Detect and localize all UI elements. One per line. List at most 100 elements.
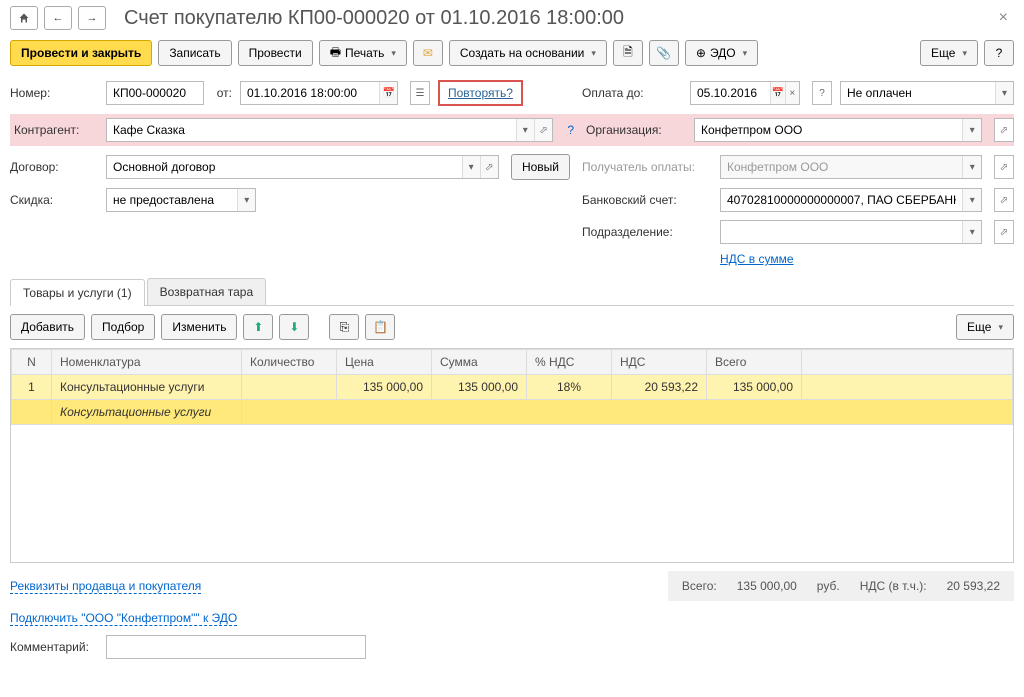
edo-button[interactable]: ⊕ЭДО <box>685 40 758 66</box>
open-icon[interactable]: ⬀ <box>994 118 1014 142</box>
schedule-icon[interactable]: ☰ <box>410 81 430 105</box>
open-icon[interactable]: ⬀ <box>480 156 498 178</box>
post-button[interactable]: Провести <box>238 40 313 66</box>
edo-connect-link[interactable]: Подключить "ООО "Конфетпром"" к ЭДО <box>10 611 237 626</box>
new-contract-button[interactable]: Новый <box>511 154 570 180</box>
from-label: от: <box>212 86 232 100</box>
copy-icon: ⎘ <box>340 320 350 335</box>
calendar-icon[interactable]: 📅 <box>379 82 397 104</box>
discount-select[interactable] <box>107 189 237 211</box>
number-label: Номер: <box>10 86 98 100</box>
col-total[interactable]: Всего <box>707 350 802 375</box>
back-button[interactable]: ← <box>44 6 72 30</box>
tabs: Товары и услуги (1) Возвратная тара <box>10 278 1014 306</box>
clear-icon[interactable]: × <box>785 82 799 104</box>
dropdown-icon: ▾ <box>962 156 981 178</box>
repeat-link[interactable]: Повторять? <box>438 80 523 106</box>
copy-button[interactable]: ⎘ <box>329 314 359 340</box>
help-button[interactable]: ? <box>984 40 1014 66</box>
col-item[interactable]: Номенклатура <box>52 350 242 375</box>
col-sum[interactable]: Сумма <box>432 350 527 375</box>
payment-due-input[interactable] <box>691 82 770 104</box>
status-select[interactable] <box>841 82 995 104</box>
home-button[interactable] <box>10 6 38 30</box>
arrow-up-icon: ⬆ <box>253 320 263 334</box>
help-link[interactable]: ? <box>567 123 574 137</box>
currency: руб. <box>817 579 840 593</box>
col-price[interactable]: Цена <box>337 350 432 375</box>
create-on-basis-button[interactable]: Создать на основании <box>449 40 607 66</box>
dropdown-icon[interactable]: ▾ <box>962 221 981 243</box>
dropdown-icon[interactable]: ▾ <box>962 119 981 141</box>
open-icon[interactable]: ⬀ <box>994 155 1014 179</box>
counterparty-label: Контрагент: <box>10 123 98 137</box>
dropdown-icon[interactable]: ▾ <box>995 82 1013 104</box>
calendar-icon[interactable]: 📅 <box>770 82 784 104</box>
help-icon[interactable]: ? <box>812 81 832 105</box>
contract-label: Договор: <box>10 160 98 174</box>
vat-total-label: НДС (в т.ч.): <box>860 579 927 593</box>
dropdown-icon[interactable]: ▾ <box>516 119 534 141</box>
bank-input[interactable] <box>721 189 962 211</box>
discount-label: Скидка: <box>10 193 98 207</box>
number-input[interactable] <box>107 82 203 104</box>
comment-input[interactable] <box>107 636 365 658</box>
org-input[interactable] <box>695 119 962 141</box>
move-up-button[interactable]: ⬆ <box>243 314 273 340</box>
attach-button[interactable]: 📎 <box>649 40 679 66</box>
date-input[interactable] <box>241 82 379 104</box>
counterparty-input[interactable] <box>107 119 516 141</box>
org-label: Организация: <box>586 123 686 137</box>
col-n[interactable]: N <box>12 350 52 375</box>
main-toolbar: Провести и закрыть Записать Провести 🖶Пе… <box>10 40 1014 66</box>
save-button[interactable]: Записать <box>158 40 231 66</box>
mail-icon: ✉ <box>423 46 433 60</box>
col-qty[interactable]: Количество <box>242 350 337 375</box>
printer-icon: 🖶 <box>330 43 341 64</box>
comment-label: Комментарий: <box>10 640 98 654</box>
contract-input[interactable] <box>107 156 462 178</box>
col-vat-pct[interactable]: % НДС <box>527 350 612 375</box>
paste-button[interactable]: 📋 <box>365 314 395 340</box>
close-icon[interactable]: × <box>993 9 1014 27</box>
requisites-link[interactable]: Реквизиты продавца и покупателя <box>10 579 201 594</box>
payment-due-label: Оплата до: <box>582 86 682 100</box>
paste-icon: 📋 <box>373 320 388 334</box>
move-down-button[interactable]: ⬇ <box>279 314 309 340</box>
vat-total-value: 20 593,22 <box>947 579 1000 593</box>
table-more-button[interactable]: Еще <box>956 314 1014 340</box>
table-row[interactable]: 1 Консультационные услуги 135 000,00 135… <box>12 375 1013 400</box>
dept-input[interactable] <box>721 221 962 243</box>
payee-input <box>721 156 962 178</box>
paperclip-icon: 📎 <box>656 46 671 60</box>
open-icon[interactable]: ⬀ <box>534 119 552 141</box>
open-icon[interactable]: ⬀ <box>994 220 1014 244</box>
table-row-sub[interactable]: Консультационные услуги <box>12 400 1013 425</box>
document-icon: 🗎 <box>623 43 633 64</box>
forward-button[interactable]: → <box>78 6 106 30</box>
dropdown-icon[interactable]: ▾ <box>462 156 480 178</box>
change-button[interactable]: Изменить <box>161 314 237 340</box>
tab-tare[interactable]: Возвратная тара <box>147 278 267 305</box>
email-button[interactable]: ✉ <box>413 40 443 66</box>
window-title: Счет покупателю КП00-000020 от 01.10.201… <box>124 7 624 30</box>
items-table: N Номенклатура Количество Цена Сумма % Н… <box>11 349 1013 425</box>
open-icon[interactable]: ⬀ <box>994 188 1014 212</box>
table-toolbar: Добавить Подбор Изменить ⬆ ⬇ ⎘ 📋 Еще <box>10 306 1014 348</box>
vat-mode-link[interactable]: НДС в сумме <box>720 252 794 266</box>
total-label: Всего: <box>682 579 717 593</box>
post-and-close-button[interactable]: Провести и закрыть <box>10 40 152 66</box>
tab-goods[interactable]: Товары и услуги (1) <box>10 279 145 306</box>
report-button[interactable]: 🗎 <box>613 40 643 66</box>
select-button[interactable]: Подбор <box>91 314 155 340</box>
more-button[interactable]: Еще <box>920 40 978 66</box>
total-value: 135 000,00 <box>737 579 797 593</box>
print-button[interactable]: 🖶Печать <box>319 40 407 66</box>
dept-label: Подразделение: <box>582 225 712 239</box>
add-row-button[interactable]: Добавить <box>10 314 85 340</box>
dropdown-icon[interactable]: ▾ <box>962 189 981 211</box>
payee-label: Получатель оплаты: <box>582 160 712 174</box>
bank-label: Банковский счет: <box>582 193 712 207</box>
col-vat[interactable]: НДС <box>612 350 707 375</box>
dropdown-icon[interactable]: ▾ <box>237 189 255 211</box>
